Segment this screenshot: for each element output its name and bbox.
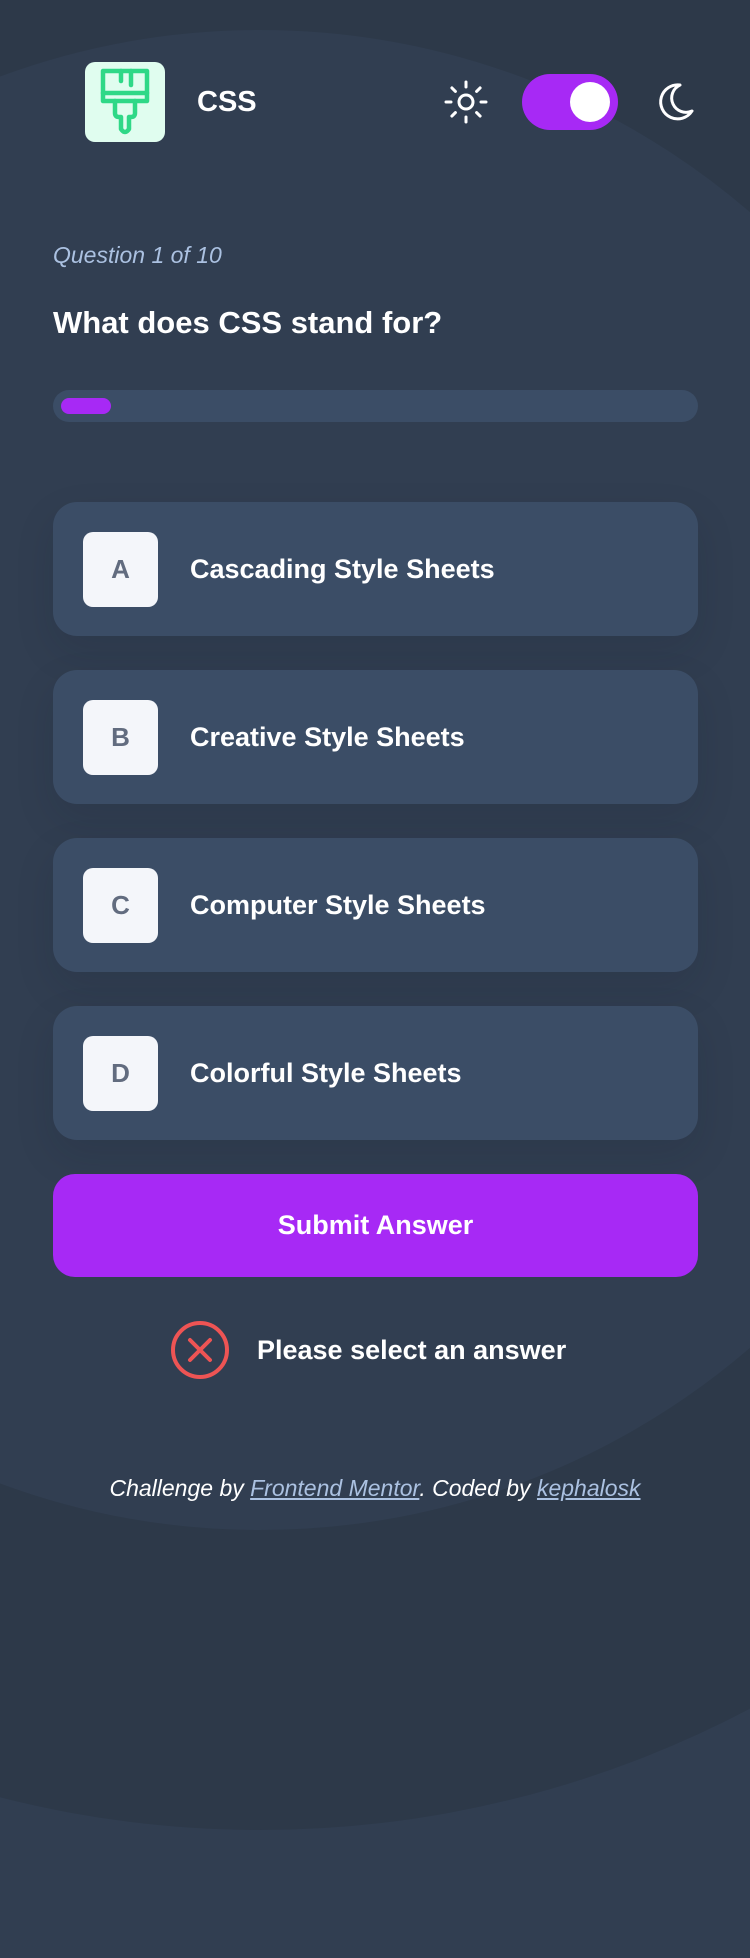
option-label: Creative Style Sheets [190, 722, 465, 752]
footer-prefix: Challenge by [109, 1475, 251, 1501]
progress-bar-fill [61, 398, 111, 414]
author-link[interactable]: kephalosk [537, 1475, 641, 1501]
close-circle-icon [171, 1321, 229, 1379]
answer-option-b[interactable]: B Creative Style Sheets [53, 670, 698, 804]
error-text: Please select an answer [257, 1335, 567, 1365]
frontend-mentor-link[interactable]: Frontend Mentor [250, 1475, 419, 1501]
option-label: Cascading Style Sheets [190, 554, 495, 584]
option-letter-badge: C [83, 868, 158, 943]
option-letter-badge: D [83, 1036, 158, 1111]
footer-attribution: Challenge by Frontend Mentor. Coded by k… [0, 1468, 750, 1508]
option-label: Computer Style Sheets [190, 890, 486, 920]
answer-option-d[interactable]: D Colorful Style Sheets [53, 1006, 698, 1140]
toggle-knob [570, 82, 610, 122]
option-letter-badge: A [83, 532, 158, 607]
subject-title: CSS [197, 86, 257, 118]
app-header: CSS [0, 0, 750, 200]
submit-answer-button[interactable]: Submit Answer [53, 1174, 698, 1277]
theme-toggle[interactable] [522, 74, 618, 130]
option-letter-badge: B [83, 700, 158, 775]
moon-icon [659, 83, 694, 121]
footer-middle: . Coded by [419, 1475, 537, 1501]
answer-option-a[interactable]: A Cascading Style Sheets [53, 502, 698, 636]
quiz-page: CSS Question 1 of 10 What does CSS stand… [0, 0, 750, 1958]
error-message: Please select an answer [170, 1318, 600, 1382]
progress-bar [53, 390, 698, 422]
paintbrush-icon [85, 62, 165, 142]
question-counter: Question 1 of 10 [53, 242, 222, 268]
option-label: Colorful Style Sheets [190, 1058, 462, 1088]
question-text: What does CSS stand for? [53, 305, 443, 340]
answer-option-c[interactable]: C Computer Style Sheets [53, 838, 698, 972]
sun-icon [444, 80, 488, 124]
